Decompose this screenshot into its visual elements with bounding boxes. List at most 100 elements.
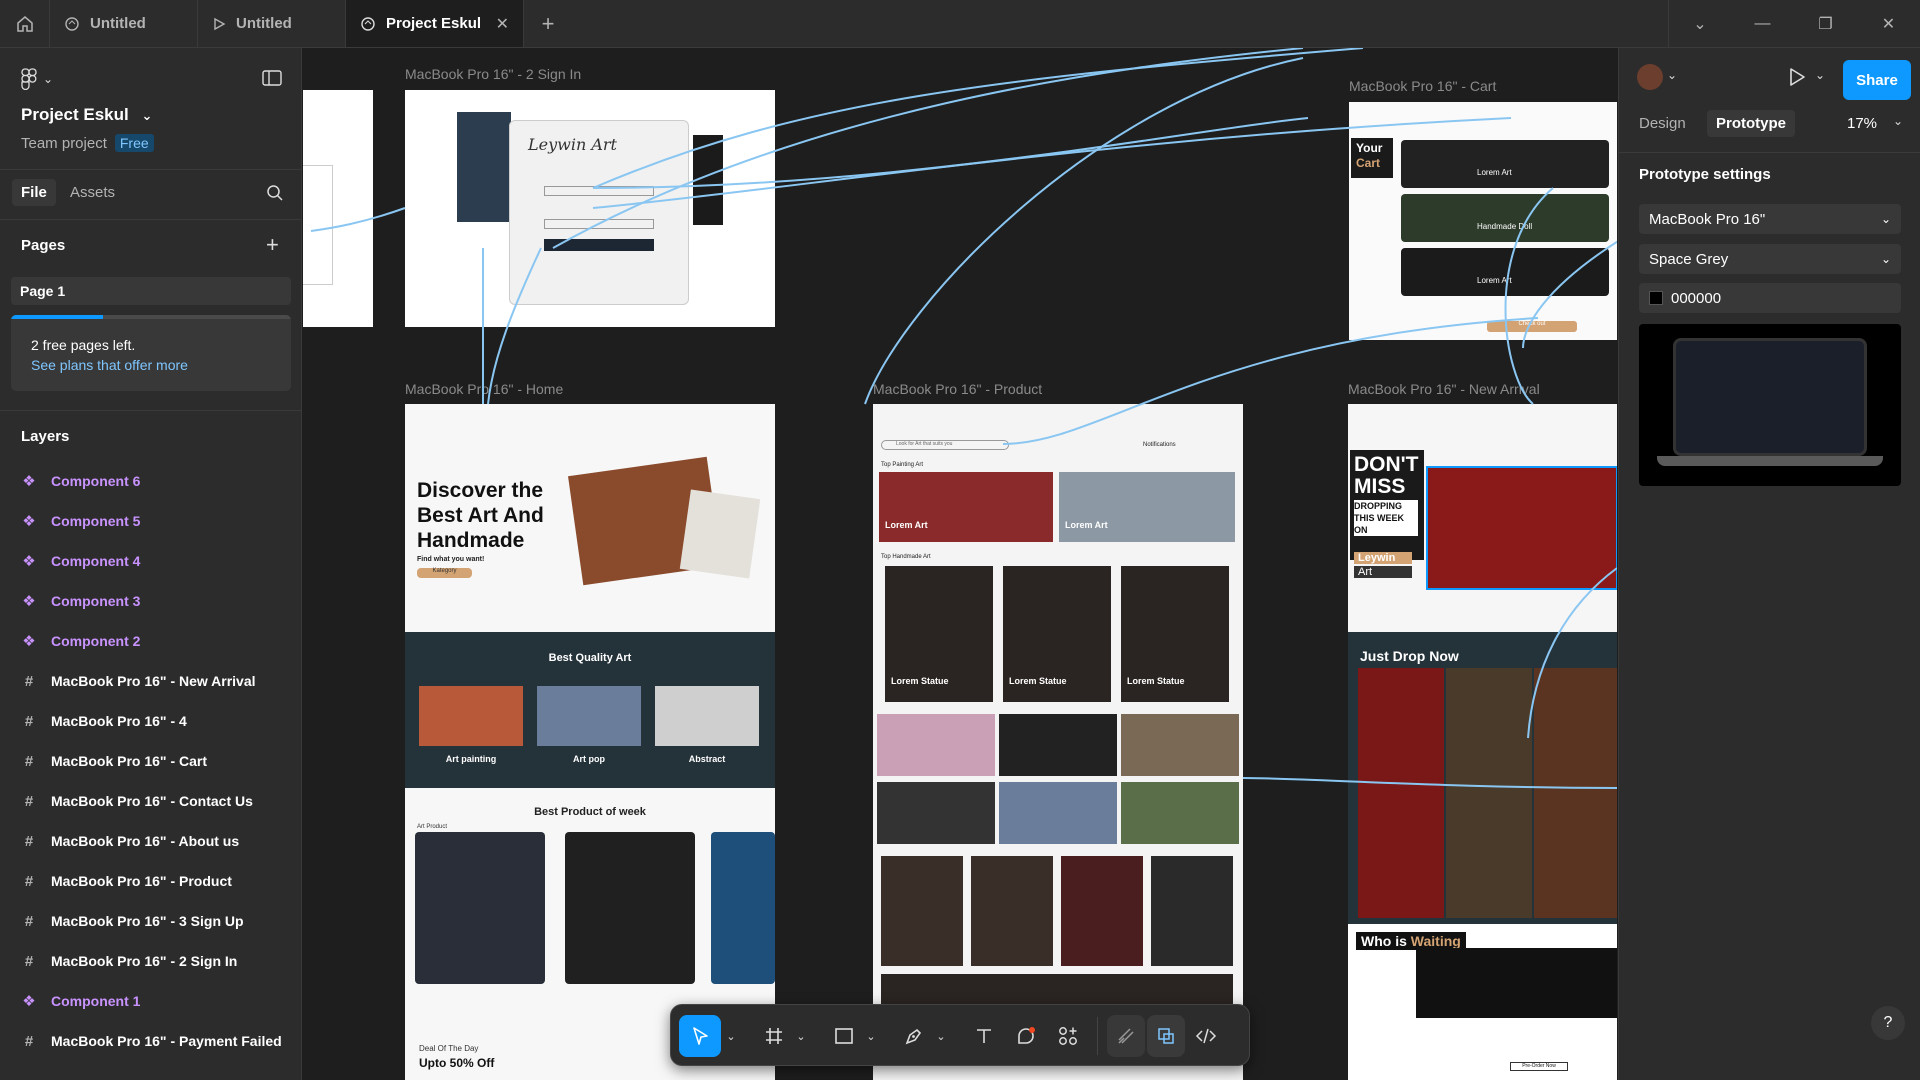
chevron-down-icon: ⌄ [1880, 212, 1891, 226]
pen-icon [905, 1028, 922, 1045]
pen-tool[interactable] [895, 1015, 933, 1057]
move-tool-dropdown[interactable]: ⌄ [723, 1015, 739, 1057]
play-icon [214, 17, 226, 30]
layer-label: MacBook Pro 16" - Product [51, 873, 232, 889]
layer-item[interactable]: ❖ Component 4 [21, 541, 301, 581]
macbook-screen [1673, 338, 1867, 456]
layer-item[interactable]: ❖ Component 3 [21, 581, 301, 621]
layer-label: MacBook Pro 16" - New Arrival [51, 673, 256, 689]
present-dropdown[interactable]: ⌄ [1815, 68, 1825, 82]
actions-tool[interactable] [1049, 1015, 1087, 1057]
close-icon[interactable]: ✕ [496, 14, 509, 34]
comment-icon [1018, 1027, 1035, 1044]
layer-item[interactable]: # MacBook Pro 16" - About us [21, 821, 301, 861]
component-icon: ❖ [22, 593, 36, 610]
hex-value[interactable]: 000000 [1671, 290, 1721, 307]
free-pages-progress [11, 315, 291, 319]
tab-untitled-2[interactable]: Untitled [198, 0, 346, 47]
plus-icon: + [541, 10, 555, 36]
component-icon: ❖ [22, 553, 36, 570]
layer-label: MacBook Pro 16" - 2 Sign In [51, 953, 238, 969]
figma-logo-icon [21, 68, 37, 90]
help-button[interactable]: ? [1871, 1006, 1905, 1040]
file-icon [361, 16, 375, 31]
close-window-button[interactable]: ✕ [1857, 0, 1920, 47]
tab-label: Untitled [90, 15, 146, 32]
layer-item[interactable]: # MacBook Pro 16" - Product [21, 861, 301, 901]
draw-mode-button[interactable] [1107, 1015, 1145, 1057]
layer-item[interactable]: # MacBook Pro 16" - Cart [21, 741, 301, 781]
layer-item[interactable]: # MacBook Pro 16" - Payment Failed [21, 1021, 301, 1061]
see-plans-link[interactable]: See plans that offer more [31, 357, 188, 373]
draw-icon [1118, 1028, 1134, 1044]
chevron-down-icon: ⌄ [1693, 15, 1707, 33]
component-icon: ❖ [22, 633, 36, 650]
frame-icon: # [24, 1032, 34, 1050]
layer-item[interactable]: ❖ Component 2 [21, 621, 301, 661]
share-button[interactable]: Share [1843, 60, 1911, 100]
shape-tool-dropdown[interactable]: ⌄ [863, 1015, 879, 1057]
frame-icon: # [24, 912, 34, 930]
chevron-down-icon[interactable]: ⌄ [1667, 68, 1677, 82]
design-mode-icon [1158, 1028, 1174, 1044]
layer-label: MacBook Pro 16" - Contact Us [51, 793, 253, 809]
frame-tool[interactable] [755, 1015, 793, 1057]
play-icon [1790, 68, 1805, 86]
text-icon [977, 1029, 991, 1043]
layer-label: MacBook Pro 16" - About us [51, 833, 240, 849]
comment-tool[interactable] [1007, 1015, 1045, 1057]
search-icon [267, 185, 283, 201]
prototype-settings-title: Prototype settings [1639, 166, 1771, 183]
color-select[interactable]: Space Grey ⌄ [1639, 244, 1901, 274]
plan-badge: Free [114, 134, 154, 152]
dev-mode-button[interactable] [1187, 1015, 1225, 1057]
layer-item[interactable]: ❖ Component 6 [21, 461, 301, 501]
tab-untitled-1[interactable]: Untitled [50, 0, 198, 47]
layer-item[interactable]: # MacBook Pro 16" - 3 Sign Up [21, 901, 301, 941]
main-menu-button[interactable]: ⌄ [21, 68, 53, 90]
chevron-down-icon: ⌄ [936, 1030, 946, 1043]
background-color-field[interactable]: 000000 [1639, 283, 1901, 313]
layer-item[interactable]: ❖ Component 1 [21, 981, 301, 1021]
zoom-level[interactable]: 17% [1847, 115, 1877, 132]
avatar[interactable] [1637, 64, 1663, 90]
tab-project-eskul[interactable]: Project Eskul ✕ [346, 0, 524, 47]
home-icon [16, 15, 33, 32]
search-button[interactable] [266, 184, 284, 207]
component-icon: ❖ [22, 473, 36, 490]
present-button[interactable] [1787, 66, 1807, 93]
project-title[interactable]: Project Eskul ⌄ [21, 105, 152, 125]
toggle-sidebar-button[interactable] [262, 70, 282, 91]
tab-file[interactable]: File [12, 179, 56, 206]
maximize-button[interactable]: ❐ [1794, 0, 1857, 47]
layer-label: Component 5 [51, 513, 141, 529]
layer-item[interactable]: # MacBook Pro 16" - 2 Sign In [21, 941, 301, 981]
move-tool[interactable] [679, 1015, 721, 1057]
text-tool[interactable] [965, 1015, 1003, 1057]
tab-design[interactable]: Design [1639, 115, 1686, 132]
pen-tool-dropdown[interactable]: ⌄ [933, 1015, 949, 1057]
color-swatch[interactable] [1649, 291, 1663, 305]
tab-assets[interactable]: Assets [70, 184, 115, 201]
zoom-dropdown[interactable]: ⌄ [1893, 114, 1903, 128]
frame-icon [766, 1028, 782, 1044]
design-mode-button[interactable] [1147, 1015, 1185, 1057]
canvas[interactable]: MacBook Pro 16" - 2 Sign In Leywin Art M… [303, 48, 1617, 1080]
new-tab-button[interactable]: + [524, 0, 572, 47]
home-button[interactable] [0, 0, 50, 47]
page-item-page-1[interactable]: Page 1 [11, 277, 291, 305]
cursor-icon [693, 1027, 708, 1045]
layer-item[interactable]: ❖ Component 5 [21, 501, 301, 541]
layer-item[interactable]: # MacBook Pro 16" - Contact Us [21, 781, 301, 821]
shape-tool[interactable] [825, 1015, 863, 1057]
minimize-button[interactable]: — [1731, 0, 1794, 47]
frame-tool-dropdown[interactable]: ⌄ [793, 1015, 809, 1057]
prototype-connections [310, 48, 1617, 789]
device-select[interactable]: MacBook Pro 16" ⌄ [1639, 204, 1901, 234]
tabs-dropdown-button[interactable]: ⌄ [1668, 0, 1731, 47]
tab-prototype[interactable]: Prototype [1707, 110, 1796, 137]
layer-item[interactable]: # MacBook Pro 16" - 4 [21, 701, 301, 741]
layer-item[interactable]: # MacBook Pro 16" - New Arrival [21, 661, 301, 701]
add-page-button[interactable]: + [266, 232, 279, 258]
layer-label: MacBook Pro 16" - Payment Failed [51, 1033, 282, 1049]
